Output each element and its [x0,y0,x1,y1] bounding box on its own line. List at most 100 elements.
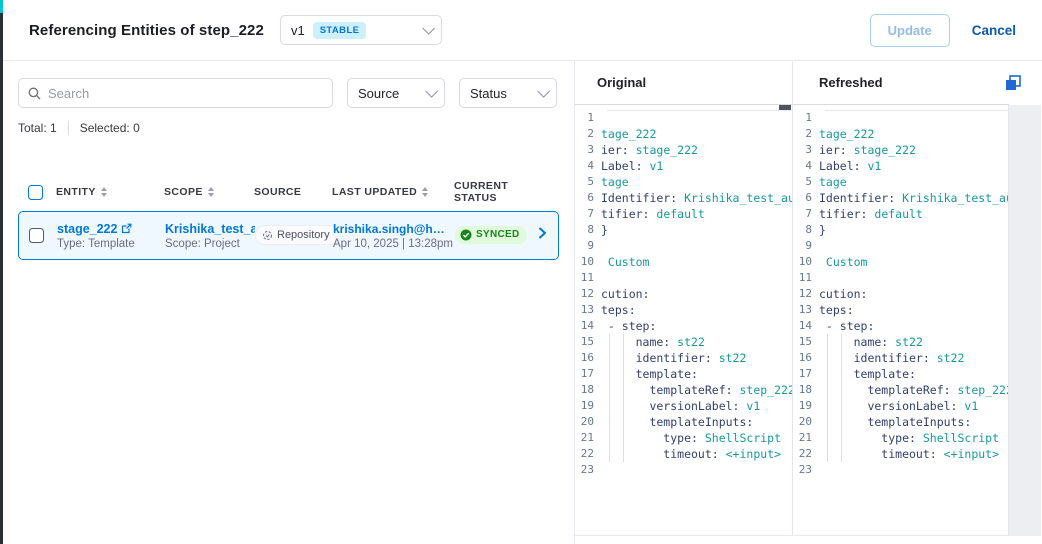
cancel-button[interactable]: Cancel [972,23,1016,38]
summary-row: Total: 1 Selected: 0 [18,121,559,135]
code-line: 12cution: [575,286,792,302]
entity-name: stage_222 [57,222,117,236]
line-content [601,462,792,478]
code-line: 6Identifier: Krishika_test_aut [575,190,792,206]
code-line: 13teps: [575,302,792,318]
entities-panel: Source Status Total: 1 Selected: 0 ENTIT… [3,61,575,544]
header-actions: Update Cancel [870,14,1016,47]
diff-scroll-gutter[interactable] [1009,105,1041,536]
line-content: identifier: st22 [601,350,792,366]
column-header-current-status: CURRENT STATUS [454,180,534,204]
line-content: teps: [601,302,792,318]
row-checkbox[interactable] [29,228,44,243]
chevron-down-icon [425,85,438,98]
line-number: 4 [793,158,819,174]
refreshed-code-pane[interactable]: 12tage_2223ier: stage_2224Label: v15tage… [793,105,1009,536]
selected-count: Selected: 0 [80,121,140,135]
line-content: ier: stage_222 [601,142,792,158]
code-line: 22 timeout: <+input> [575,446,792,462]
line-content: } [601,222,792,238]
column-header-entity[interactable]: ENTITY [56,186,164,198]
entity-cell: stage_222 Type: Template [57,222,165,250]
line-content: Custom [819,254,1008,270]
original-code-pane[interactable]: 12tage_2223ier: stage_2224Label: v15tage… [575,105,793,536]
update-button[interactable]: Update [870,14,950,47]
code-line: 5tage [793,174,1008,190]
page-title: Referencing Entities of step_222 [29,22,264,39]
entity-type: Type: Template [57,238,165,250]
line-number: 7 [575,206,601,222]
refreshed-title: Refreshed [819,75,883,90]
original-title: Original [597,75,646,90]
code-line: 16 identifier: st22 [575,350,792,366]
line-number: 15 [793,334,819,350]
code-line: 23 [793,462,1008,478]
column-header-last-updated[interactable]: LAST UPDATED [332,186,454,198]
line-content: ier: stage_222 [819,142,1008,158]
code-line: 7tifier: default [793,206,1008,222]
line-content: versionLabel: v1 [601,398,792,414]
copy-button[interactable] [1004,74,1022,97]
line-content: tage [601,174,792,190]
original-header: Original [575,61,793,105]
code-line: 22 timeout: <+input> [793,446,1008,462]
line-content: templateRef: step_222 [601,382,792,398]
line-number: 4 [575,158,601,174]
yaml-diff-panel: Original Refreshed 12tage_2223ier: stage… [575,61,1042,544]
line-content: Identifier: Krishika_test_aut [601,190,792,206]
code-line: 9 [575,238,792,254]
line-number: 8 [793,222,819,238]
line-number: 19 [575,398,601,414]
line-number: 14 [575,318,601,334]
row-expand-chevron[interactable] [535,226,551,245]
line-content: } [819,222,1008,238]
line-number: 6 [575,190,601,206]
status-filter-dropdown[interactable]: Status [459,78,557,108]
line-content: template: [601,366,792,382]
last-updated-cell: krishika.singh@harnes... Apr 10, 2025 | … [333,222,455,250]
line-number: 6 [793,190,819,206]
updated-by-link[interactable]: krishika.singh@harnes... [333,222,445,236]
column-header-scope[interactable]: SCOPE [164,186,254,198]
line-content: type: ShellScript [601,430,792,446]
code-line: 1 [575,110,792,126]
filters-row: Source Status [18,78,559,108]
sort-icon[interactable] [422,187,428,197]
column-label: SOURCE [254,186,301,198]
version-dropdown[interactable]: v1 STABLE [280,15,442,45]
status-filter-label: Status [470,86,507,101]
status-badge-label: SYNCED [476,229,519,240]
line-content: templateRef: step_222 [819,382,1008,398]
line-content: tifier: default [819,206,1008,222]
scope-link[interactable]: Krishika_test_au... [165,222,255,236]
line-content: Label: v1 [819,158,1008,174]
line-content [819,462,1008,478]
code-line: 8} [793,222,1008,238]
search-input[interactable] [48,86,323,101]
line-content [819,270,1008,286]
line-number: 22 [793,446,819,462]
entity-link[interactable]: stage_222 [57,222,165,236]
table-row[interactable]: stage_222 Type: Template Krishika_test_a… [18,211,559,260]
code-line: 19 versionLabel: v1 [793,398,1008,414]
line-content [819,238,1008,254]
repository-badge-label: Repository [277,229,330,241]
code-line: 17 template: [793,366,1008,382]
code-line: 18 templateRef: step_222 [793,382,1008,398]
summary-divider [68,121,69,135]
line-content: Custom [601,254,792,270]
sort-icon[interactable] [208,187,214,197]
diff-body: 12tage_2223ier: stage_2224Label: v15tage… [575,105,1042,544]
line-number: 3 [793,142,819,158]
code-line: 3ier: stage_222 [793,142,1008,158]
line-content: type: ShellScript [819,430,1008,446]
source-filter-dropdown[interactable]: Source [347,78,445,108]
code-line: 19 versionLabel: v1 [575,398,792,414]
line-number: 8 [575,222,601,238]
search-box[interactable] [18,78,333,108]
select-all-checkbox[interactable] [28,185,43,200]
line-content [819,110,1008,126]
sort-icon[interactable] [101,187,107,197]
code-line: 14 - step: [575,318,792,334]
chevron-right-icon [535,226,549,240]
